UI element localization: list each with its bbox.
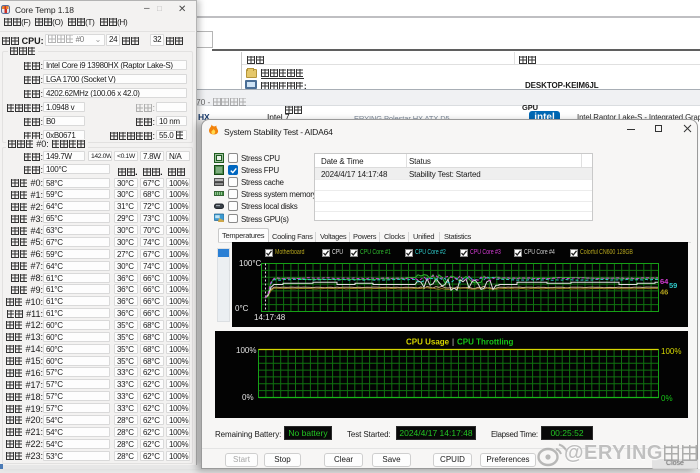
- svg-text:0%: 0%: [242, 393, 254, 402]
- svg-text:100%: 100%: [661, 347, 681, 356]
- svg-text:14:17:48: 14:17:48: [254, 313, 286, 322]
- svg-text:64: 64: [660, 277, 669, 286]
- svg-text:0%: 0%: [661, 394, 673, 403]
- svg-text:CPU Throttling: CPU Throttling: [457, 338, 514, 347]
- svg-text:0°C: 0°C: [235, 304, 249, 313]
- svg-text:CPU Usage: CPU Usage: [406, 338, 450, 347]
- svg-text:100%: 100%: [236, 346, 256, 355]
- svg-text:|: |: [452, 338, 454, 347]
- svg-text:46: 46: [660, 288, 668, 297]
- svg-text:100°C: 100°C: [239, 259, 262, 268]
- svg-text:59: 59: [669, 281, 677, 290]
